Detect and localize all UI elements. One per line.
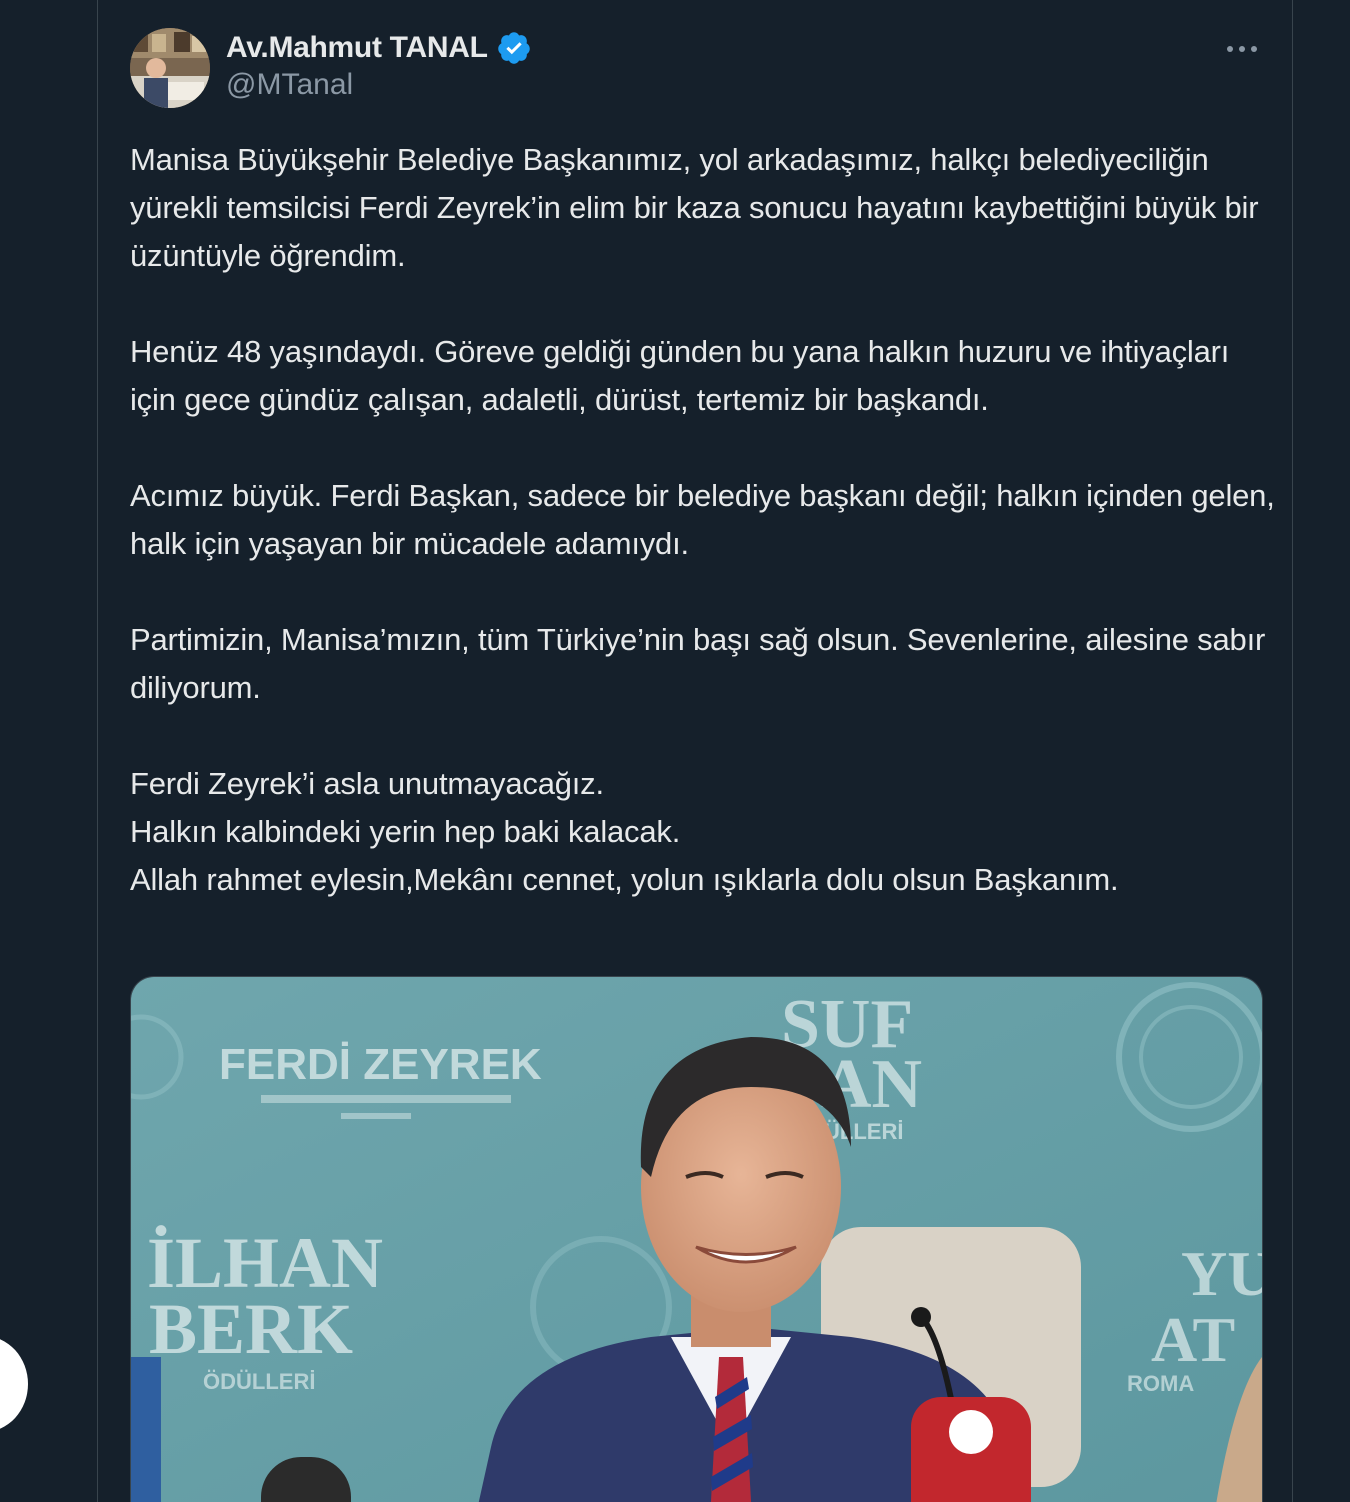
media-photo: FERDİ ZEYREK SUF AN ÖDÜLLERİ İLHAN BERK … xyxy=(131,977,1262,1502)
tweet-paragraph: Ferdi Zeyrek’i asla unutmayacağız. Halkı… xyxy=(130,766,1119,897)
author-handle[interactable]: @MTanal xyxy=(226,68,353,102)
tweet-text: Manisa Büyükşehir Belediye Başkanımız, y… xyxy=(130,136,1280,904)
tweet-paragraph: Henüz 48 yaşındaydı. Göreve geldiği günd… xyxy=(130,334,1230,417)
verified-badge-icon[interactable] xyxy=(496,30,532,66)
more-options-button[interactable] xyxy=(1222,32,1262,66)
backdrop-text: AT xyxy=(1151,1304,1235,1375)
author-name-row: Av.Mahmut TANAL xyxy=(226,28,532,68)
author-name[interactable]: Av.Mahmut TANAL xyxy=(226,31,488,65)
tweet-paragraph: Partimizin, Manisa’mızın, tüm Türkiye’ni… xyxy=(130,622,1266,705)
backdrop-text: FERDİ ZEYREK xyxy=(219,1040,542,1089)
backdrop-text: YU xyxy=(1181,1238,1262,1309)
tweet-paragraph: Acımız büyük. Ferdi Başkan, sadece bir b… xyxy=(130,478,1275,561)
backdrop-text: ÖDÜLLERİ xyxy=(203,1369,315,1394)
floating-action-button[interactable] xyxy=(0,1336,28,1432)
backdrop-text: BERK xyxy=(149,1289,353,1369)
tweet-media-photo[interactable]: FERDİ ZEYREK SUF AN ÖDÜLLERİ İLHAN BERK … xyxy=(130,976,1263,1502)
more-horizontal-icon xyxy=(1227,46,1257,52)
author-avatar[interactable] xyxy=(130,28,210,108)
profile-photo xyxy=(130,28,210,108)
backdrop-text: ROMA xyxy=(1127,1371,1194,1396)
tweet-paragraph: Manisa Büyükşehir Belediye Başkanımız, y… xyxy=(130,142,1259,273)
page: Av.Mahmut TANAL @MTanal Manisa Büyükşehi… xyxy=(0,0,1350,1502)
